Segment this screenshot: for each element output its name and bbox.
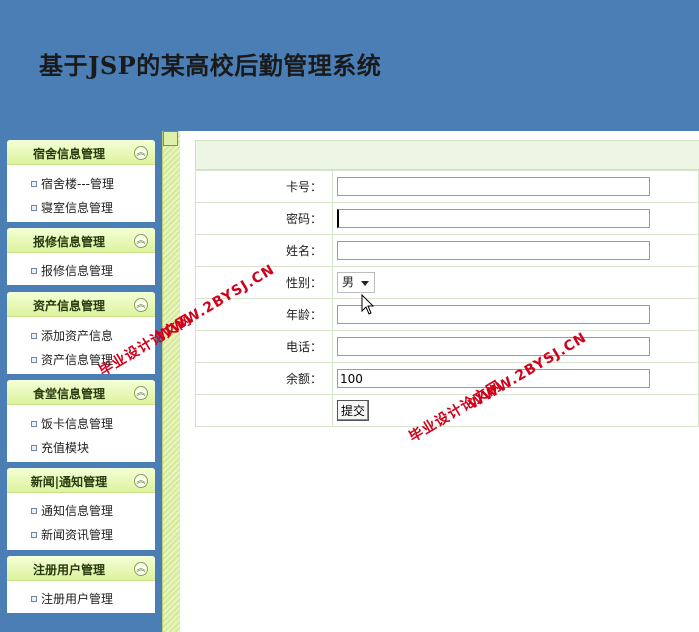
sidebar-item-label: 添加资产信息 [41,329,114,343]
sidebar-item-label: 注册用户管理 [41,592,114,606]
panel-header-canteen[interactable]: 食堂信息管理 ︽ [7,380,155,405]
bullet-icon [31,268,37,274]
gender-selected-value: 男 [342,275,355,289]
panel-repair: 报修信息管理 ︽ 报修信息管理 [7,228,155,285]
collapse-icon[interactable]: ︽ [134,146,148,160]
collapse-icon[interactable]: ︽ [134,298,148,312]
sidebar-item-building[interactable]: 宿舍楼---管理 [7,172,155,196]
password-input[interactable] [337,209,650,228]
phone-input[interactable] [337,337,650,356]
sidebar-item-label: 新闻资讯管理 [41,528,114,542]
panel-title: 注册用户管理 [32,563,105,577]
sidebar-item-label: 通知信息管理 [41,504,114,518]
panel-header-repair[interactable]: 报修信息管理 ︽ [7,228,155,253]
sidebar-item-news[interactable]: 新闻资讯管理 [7,523,155,547]
panel-title: 新闻|通知管理 [30,475,108,489]
bullet-icon [31,421,37,427]
form-row-card: 卡号： [195,170,699,203]
form-row-phone: 电话： [195,330,699,363]
dropdown-arrow-icon [361,281,369,286]
bullet-icon [31,596,37,602]
bullet-icon [31,532,37,538]
panel-header-assets[interactable]: 资产信息管理 ︽ [7,292,155,317]
panel-dorm: 宿舍信息管理 ︽ 宿舍楼---管理 寝室信息管理 [7,140,155,222]
gender-select[interactable]: 男 [337,272,375,293]
bullet-icon [31,205,37,211]
collapse-icon[interactable]: ︽ [134,234,148,248]
name-label: 姓名： [195,234,333,267]
empty-cell [195,394,333,427]
sidebar-toggle-button[interactable] [163,131,178,146]
age-input[interactable] [337,305,650,324]
app-title: 基于JSP的某高校后勤管理系统 [39,51,382,80]
phone-label: 电话： [195,330,333,363]
mouse-cursor-icon [361,294,375,315]
sidebar-item-label: 宿舍楼---管理 [41,177,114,191]
panel-header-dorm[interactable]: 宿舍信息管理 ︽ [7,140,155,165]
submit-cell: 提交 [332,394,699,427]
bullet-icon [31,508,37,514]
panel-header-users[interactable]: 注册用户管理 ︽ [7,556,155,581]
panel-header-news[interactable]: 新闻|通知管理 ︽ [7,468,155,493]
bullet-icon [31,445,37,451]
gender-cell: 男 [332,266,699,299]
sidebar-item-label: 报修信息管理 [41,264,114,278]
form-header-bar [195,140,699,170]
panel-title: 宿舍信息管理 [32,147,105,161]
header-banner: 基于JSP的某高校后勤管理系统 [0,0,699,131]
splitter-bar[interactable] [162,131,180,632]
name-input[interactable] [337,241,650,260]
collapse-icon[interactable]: ︽ [134,474,148,488]
collapse-icon[interactable]: ︽ [134,562,148,576]
sidebar-item-label: 饭卡信息管理 [41,417,114,431]
form-row-password: 密码： [195,202,699,235]
card-cell [332,170,699,203]
collapse-icon[interactable]: ︽ [134,386,148,400]
age-cell [332,298,699,331]
name-cell [332,234,699,267]
sidebar-item-label: 寝室信息管理 [41,201,114,215]
bullet-icon [31,357,37,363]
sidebar: 宿舍信息管理 ︽ 宿舍楼---管理 寝室信息管理 报修信息管理 ︽ 报修信息管理… [0,131,162,632]
bullet-icon [31,333,37,339]
panel-news: 新闻|通知管理 ︽ 通知信息管理 新闻资讯管理 [7,468,155,550]
panel-title: 食堂信息管理 [32,387,105,401]
bullet-icon [31,181,37,187]
balance-label: 余额： [195,362,333,395]
panel-title: 资产信息管理 [32,299,105,313]
form-table: 卡号： 密码： 姓名： 性别： 男 年龄： 电话： 余额： 100 提交 [195,170,699,427]
user-form: 卡号： 密码： 姓名： 性别： 男 年龄： 电话： 余额： 100 提交 [195,140,699,427]
card-input[interactable] [337,177,650,196]
sidebar-item-repair[interactable]: 报修信息管理 [7,259,155,283]
sidebar-item-room[interactable]: 寝室信息管理 [7,196,155,220]
panel-users: 注册用户管理 ︽ 注册用户管理 [7,556,155,613]
form-row-name: 姓名： [195,234,699,267]
panel-title: 报修信息管理 [32,235,105,249]
sidebar-item-users[interactable]: 注册用户管理 [7,587,155,611]
sidebar-item-label: 充值模块 [41,441,90,455]
sidebar-item-meal-card[interactable]: 饭卡信息管理 [7,412,155,436]
sidebar-item-notice[interactable]: 通知信息管理 [7,499,155,523]
sidebar-item-recharge[interactable]: 充值模块 [7,436,155,460]
card-label: 卡号： [195,170,333,203]
password-label: 密码： [195,202,333,235]
panel-canteen: 食堂信息管理 ︽ 饭卡信息管理 充值模块 [7,380,155,462]
password-cell [332,202,699,235]
submit-button[interactable]: 提交 [337,400,370,421]
phone-cell [332,330,699,363]
form-row-balance: 余额： [195,362,699,395]
form-row-age: 年龄： [195,298,699,331]
